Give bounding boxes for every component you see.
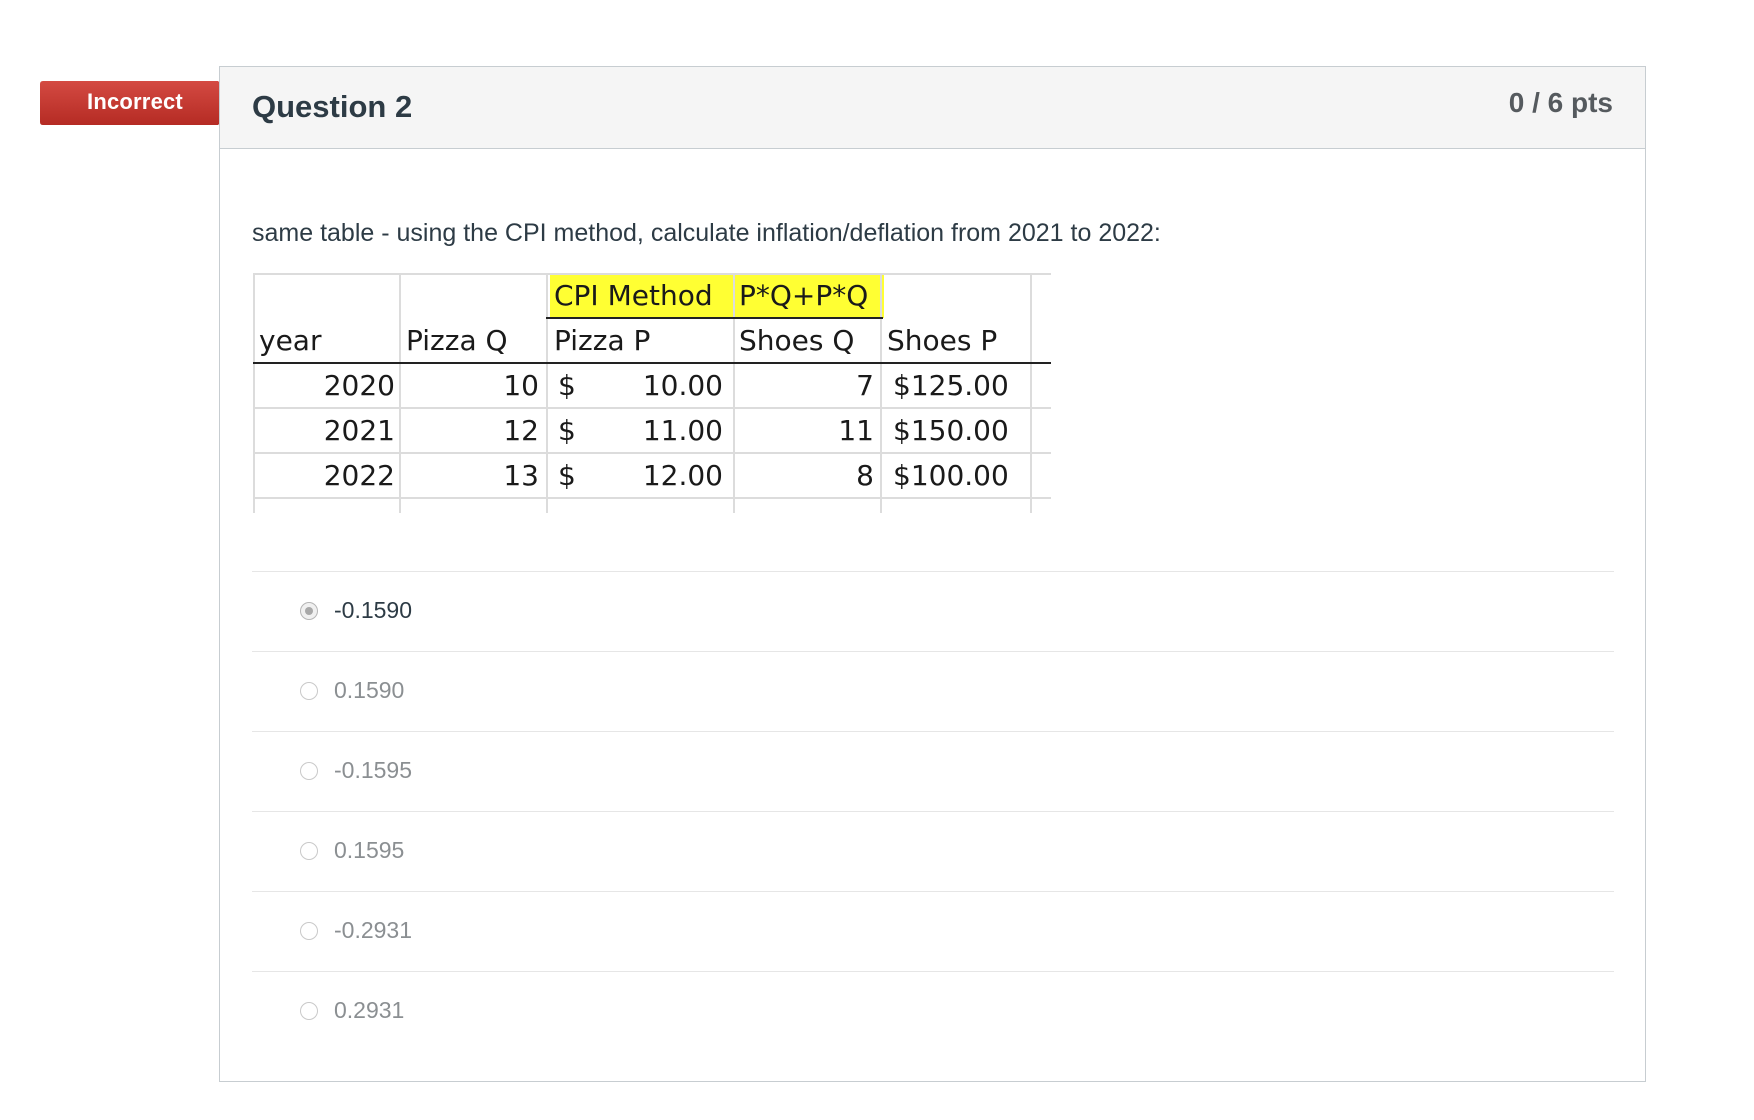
cell-pizza-q: 10 [503, 369, 539, 402]
answer-option[interactable]: -0.1595 [252, 731, 1614, 811]
answer-list: -0.1590 0.1590 -0.1595 0.1595 -0.2931 0.… [252, 571, 1614, 1051]
answer-option[interactable]: 0.1590 [252, 651, 1614, 731]
incorrect-label: Incorrect [87, 89, 183, 114]
radio-button[interactable] [300, 922, 318, 940]
incorrect-flag: Incorrect [40, 81, 241, 125]
answer-label: 0.2931 [334, 997, 405, 1023]
cell-shoes-q: 8 [856, 459, 874, 492]
cell-pizza-p: 12.00 [642, 459, 723, 492]
answer-option[interactable]: 0.2931 [252, 971, 1614, 1051]
question-title: Question 2 [252, 89, 413, 124]
cell-shoes-p: $150.00 [893, 414, 1009, 447]
cell-pizza-p: 10.00 [642, 369, 723, 402]
cell-year: 2021 [323, 414, 395, 447]
answer-option[interactable]: -0.1590 [252, 571, 1614, 651]
answer-label: -0.1595 [334, 757, 413, 783]
cell-pizza-q: 13 [503, 459, 539, 492]
question-header: Question 2 0 / 6 pts [220, 67, 1645, 149]
radio-button[interactable] [300, 682, 318, 700]
cell-shoes-p: $125.00 [893, 369, 1009, 402]
data-table-image: CPI Method P*Q+P*Q year Pizza Q Pizza P … [253, 273, 1051, 513]
cell-pizza-p-symbol: $ [558, 459, 576, 492]
answer-option[interactable]: 0.1595 [252, 811, 1614, 891]
formula-label: P*Q+P*Q [739, 279, 869, 312]
quiz-page: Incorrect Question 2 0 / 6 pts same tabl… [0, 0, 1754, 1120]
question-points: 0 / 6 pts [1508, 87, 1613, 118]
answer-label: -0.1590 [334, 597, 413, 623]
header-pizza-p: Pizza P [554, 324, 651, 357]
cell-shoes-p: $100.00 [893, 459, 1009, 492]
cell-year: 2022 [323, 459, 395, 492]
header-shoes-p: Shoes P [887, 324, 998, 357]
radio-button-selected[interactable] [300, 602, 318, 620]
cell-pizza-p-symbol: $ [558, 414, 576, 447]
header-year: year [259, 324, 322, 357]
question-prompt: same table - using the CPI method, calcu… [252, 219, 1161, 247]
answer-label: 0.1595 [334, 837, 405, 863]
cpi-method-label: CPI Method [554, 279, 713, 312]
question-card: Question 2 0 / 6 pts same table - using … [219, 66, 1646, 1082]
answer-label: 0.1590 [334, 677, 405, 703]
cell-shoes-q: 7 [856, 369, 874, 402]
header-shoes-q: Shoes Q [739, 324, 855, 357]
cell-year: 2020 [323, 369, 395, 402]
answer-label: -0.2931 [334, 917, 413, 943]
radio-button[interactable] [300, 1002, 318, 1020]
cell-pizza-p: 11.00 [642, 414, 723, 447]
radio-button[interactable] [300, 842, 318, 860]
answer-option[interactable]: -0.2931 [252, 891, 1614, 971]
cell-pizza-q: 12 [503, 414, 539, 447]
cell-pizza-p-symbol: $ [558, 369, 576, 402]
cell-shoes-q: 11 [838, 414, 874, 447]
header-pizza-q: Pizza Q [406, 324, 508, 357]
radio-button[interactable] [300, 762, 318, 780]
